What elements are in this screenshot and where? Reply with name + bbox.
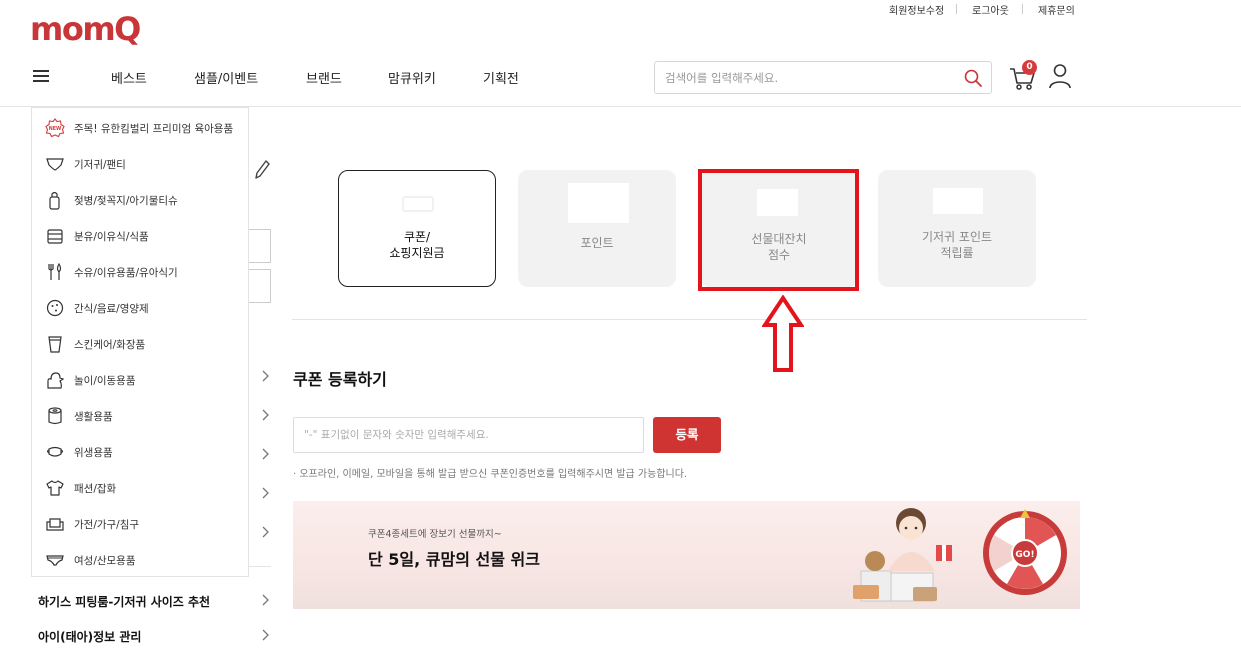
- menu-item-household[interactable]: 생활용품: [32, 398, 248, 434]
- underwear-icon: [46, 555, 64, 566]
- card-image: [568, 183, 629, 223]
- hamburger-menu-icon[interactable]: [33, 70, 49, 83]
- menu-item-maternity[interactable]: 여성/산모용품: [32, 542, 248, 578]
- svg-text:NEW: NEW: [49, 126, 62, 132]
- menu-item-label: 생활용품: [74, 410, 113, 423]
- chevron-right-icon[interactable]: [261, 370, 269, 382]
- shirt-icon: [46, 480, 64, 496]
- up-arrow-icon: [762, 295, 804, 372]
- new-badge-icon: NEW: [45, 118, 65, 138]
- menu-item-label: 주목! 유한킴벌리 프리미엄 육아용품: [74, 122, 234, 135]
- card-gift-festival-score[interactable]: 선물대잔치 점수: [700, 170, 858, 287]
- menu-item-label: 가전/가구/침구: [74, 518, 140, 531]
- coupon-icon: [402, 196, 434, 212]
- chevron-right-icon[interactable]: [261, 526, 269, 538]
- card-image: [757, 189, 798, 216]
- card-coupon[interactable]: 쿠폰/쇼핑지원금: [338, 170, 496, 287]
- sofa-icon: [46, 518, 64, 531]
- nav-exhibition[interactable]: 기획전: [483, 68, 519, 87]
- nav-best[interactable]: 베스트: [111, 68, 147, 87]
- coupon-code-input[interactable]: [304, 426, 634, 444]
- sidebar-link-fitting-room[interactable]: 하기스 피팅룸-기저귀 사이즈 추천: [38, 593, 210, 610]
- pencil-edit-icon[interactable]: [252, 158, 270, 180]
- menu-item-label: 놀이/이동용품: [74, 374, 136, 387]
- menu-item-feeding[interactable]: 수유/이유용품/유아식기: [32, 254, 248, 290]
- menu-item-label: 기저귀/팬티: [74, 158, 126, 171]
- nav-sample-event[interactable]: 샘플/이벤트: [194, 68, 258, 87]
- nav-brand[interactable]: 브랜드: [306, 68, 342, 87]
- card-label: 쿠폰/쇼핑지원금: [389, 230, 445, 260]
- chevron-right-icon[interactable]: [261, 487, 269, 499]
- coupon-section-title: 쿠폰 등록하기: [293, 370, 387, 389]
- menu-item-premium[interactable]: NEW 주목! 유한킴벌리 프리미엄 육아용품: [32, 110, 248, 146]
- menu-item-label: 간식/음료/영양제: [74, 302, 149, 315]
- menu-item-label: 스킨케어/화장품: [74, 338, 146, 351]
- card-label: 포인트: [580, 236, 614, 250]
- util-divider: [1022, 4, 1023, 14]
- menu-item-formula[interactable]: 분유/이유식/식품: [32, 218, 248, 254]
- cup-icon: [48, 336, 62, 353]
- menu-item-hygiene[interactable]: 위생용품: [32, 434, 248, 470]
- search-icon[interactable]: [963, 68, 983, 88]
- util-link-partnership[interactable]: 제휴문의: [1038, 2, 1075, 17]
- menu-item-label: 수유/이유용품/유아식기: [74, 266, 178, 279]
- tissue-roll-icon: [48, 407, 62, 425]
- sidebar-link-child-info[interactable]: 아이(태아)정보 관리: [38, 628, 141, 645]
- card-label: 기저귀 포인트 적립률: [921, 230, 993, 260]
- util-link-logout[interactable]: 로그아웃: [972, 2, 1009, 17]
- menu-item-label: 위생용품: [74, 446, 113, 459]
- menu-item-toys[interactable]: 놀이/이동용품: [32, 362, 248, 398]
- coupon-notice: · 오프라인, 이메일, 모바일을 통해 발급 받으신 쿠폰인증번호를 입력해주…: [293, 469, 688, 480]
- cookie-icon: [46, 299, 64, 317]
- menu-item-skincare[interactable]: 스킨케어/화장품: [32, 326, 248, 362]
- chevron-right-icon[interactable]: [261, 594, 269, 606]
- menu-item-label: 젖병/젖꼭지/아기물티슈: [74, 194, 178, 207]
- chevron-right-icon[interactable]: [261, 409, 269, 421]
- coupon-input-box: [293, 417, 644, 453]
- util-link-edit-profile[interactable]: 회원정보수정: [889, 2, 944, 17]
- register-button[interactable]: 등록: [653, 417, 721, 453]
- roulette-label: GO!: [1015, 550, 1034, 560]
- card-image: [933, 188, 983, 214]
- card-diaper-point-rate[interactable]: 기저귀 포인트 적립률: [878, 170, 1036, 287]
- duck-toy-icon: [47, 372, 65, 389]
- menu-item-fashion[interactable]: 패션/잡화: [32, 470, 248, 506]
- mask-icon: [46, 446, 64, 457]
- user-icon[interactable]: [1048, 63, 1072, 89]
- menu-item-diapers[interactable]: 기저귀/팬티: [32, 146, 248, 182]
- content-divider: [292, 319, 1087, 320]
- menu-item-snacks[interactable]: 간식/음료/영양제: [32, 290, 248, 326]
- card-label: 선물대잔치 점수: [751, 232, 807, 262]
- card-point[interactable]: 포인트: [518, 170, 676, 287]
- chevron-right-icon[interactable]: [261, 448, 269, 460]
- menu-item-label: 패션/잡화: [74, 482, 117, 495]
- util-divider: [956, 4, 957, 14]
- diaper-icon: [46, 158, 64, 171]
- momq-logo[interactable]: momQ: [30, 10, 141, 48]
- menu-item-furniture[interactable]: 가전/가구/침구: [32, 506, 248, 542]
- banner-title: 단 5일, 큐맘의 선물 위크: [368, 550, 540, 569]
- menu-item-label: 여성/산모용품: [74, 554, 136, 567]
- nav-momq-wiki[interactable]: 맘큐위키: [388, 68, 436, 87]
- cart-count-badge: 0: [1022, 60, 1037, 75]
- banner-subtitle: 쿠폰4종세트에 장보기 선물까지~: [368, 529, 502, 540]
- search-box: [654, 61, 992, 94]
- gift-week-banner[interactable]: 쿠폰4종세트에 장보기 선물까지~ 단 5일, 큐맘의 선물 위크 GO!: [293, 501, 1080, 609]
- utensils-icon: [48, 262, 62, 280]
- chevron-right-icon[interactable]: [261, 629, 269, 641]
- banner-illustration: GO!: [853, 508, 1067, 602]
- search-input[interactable]: [665, 68, 955, 88]
- menu-item-label: 분유/이유식/식품: [74, 230, 149, 243]
- formula-can-icon: [47, 229, 63, 244]
- baby-bottle-icon: [49, 191, 60, 210]
- category-dropdown-menu: NEW 주목! 유한킴벌리 프리미엄 육아용품 기저귀/팬티 젖병/젖꼭지/아기…: [31, 107, 249, 577]
- menu-item-bottles[interactable]: 젖병/젖꼭지/아기물티슈: [32, 182, 248, 218]
